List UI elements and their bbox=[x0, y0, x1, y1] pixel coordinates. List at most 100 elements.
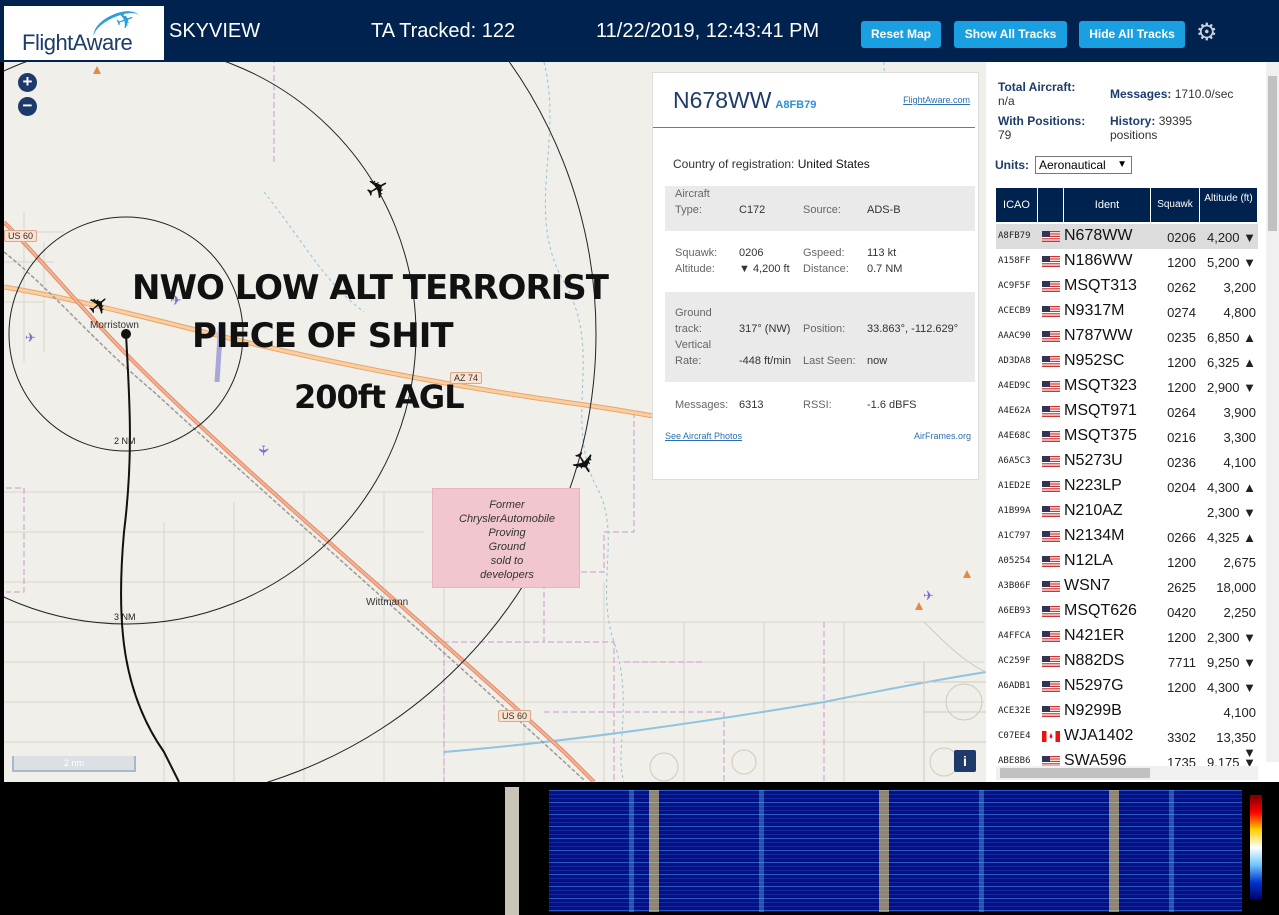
table-row[interactable]: C07EE4 WJA1402 3302 13,350 ▼ bbox=[996, 724, 1258, 760]
row-ident: N9299B bbox=[1064, 702, 1122, 719]
row-altitude: 4,100 bbox=[1223, 455, 1256, 470]
reset-map-button[interactable]: Reset Map bbox=[861, 21, 941, 48]
table-row[interactable]: A3B06F WSN7 2625 18,000 bbox=[996, 574, 1258, 599]
row-icao: AC259F bbox=[998, 656, 1031, 666]
table-row[interactable]: A6A5C3 N5273U 0236 4,100 bbox=[996, 449, 1258, 474]
col-squawk[interactable]: Squawk bbox=[1151, 188, 1200, 222]
squawk-label: Squawk: bbox=[675, 247, 718, 259]
waterfall-band bbox=[629, 790, 634, 912]
row-ident: N5297G bbox=[1064, 677, 1124, 694]
table-row[interactable]: A4E62A MSQT971 0264 3,900 bbox=[996, 399, 1258, 424]
altitude-label: Altitude: bbox=[675, 263, 715, 275]
airport-icon: ✈ bbox=[25, 330, 36, 345]
table-row[interactable]: A4FFCA N421ER 1200 2,300 ▼ bbox=[996, 624, 1258, 649]
row-altitude: 2,900 ▼ bbox=[1206, 380, 1256, 395]
table-row[interactable]: A4ED9C MSQT323 1200 2,900 ▼ bbox=[996, 374, 1258, 399]
row-squawk: 0420 bbox=[1167, 605, 1196, 620]
site-label: SKYVIEW bbox=[169, 20, 261, 42]
proving-line: sold to bbox=[490, 555, 524, 567]
lastseen-label: Last Seen: bbox=[803, 355, 856, 367]
zoom-in-button[interactable]: + bbox=[18, 73, 37, 92]
row-icao: A4FFCA bbox=[998, 631, 1031, 641]
row-ident: N223LP bbox=[1064, 477, 1122, 494]
gear-icon[interactable]: ⚙ bbox=[1196, 18, 1218, 47]
row-altitude: 5,200 ▼ bbox=[1206, 255, 1256, 270]
vertical-scroll-thumb[interactable] bbox=[1268, 76, 1277, 231]
table-row[interactable]: AC259F N882DS 7711 9,250 ▼ bbox=[996, 649, 1258, 674]
proving-ground-label: Former ChryslerAutomobile Proving Ground… bbox=[450, 498, 564, 582]
row-icao: A158FF bbox=[998, 256, 1031, 266]
table-row[interactable]: A1C797 N2134M 0266 4,325 ▲ bbox=[996, 524, 1258, 549]
town-label: Morristown bbox=[90, 320, 139, 331]
popup-title: N678WW A8FB79 bbox=[673, 87, 816, 114]
col-icao[interactable]: ICAO bbox=[996, 188, 1038, 222]
flightaware-logo[interactable]: ✈ FlightAware bbox=[4, 4, 164, 60]
us-flag-icon bbox=[1042, 556, 1060, 567]
us-flag-icon bbox=[1042, 381, 1060, 392]
distance-value: 0.7 NM bbox=[867, 263, 903, 275]
row-squawk: 2625 bbox=[1167, 580, 1196, 595]
units-label: Units: bbox=[995, 158, 1029, 172]
canada-flag-icon bbox=[1042, 731, 1060, 742]
us-flag-icon bbox=[1042, 431, 1060, 442]
row-icao: A1B99A bbox=[998, 506, 1031, 516]
table-row[interactable]: A158FF N186WW 1200 5,200 ▼ bbox=[996, 249, 1258, 274]
units-value: Aeronautical bbox=[1039, 158, 1106, 172]
info-button[interactable]: i bbox=[954, 750, 976, 772]
range-ring-label: 3 NM bbox=[114, 612, 136, 622]
table-row[interactable]: AC9F5F MSQT313 0262 3,200 bbox=[996, 274, 1258, 299]
row-altitude: 3,200 bbox=[1223, 280, 1256, 295]
table-row[interactable]: ACE32E N9299B 4,100 bbox=[996, 699, 1258, 724]
table-row[interactable]: AD3DA8 N952SC 1200 6,325 ▲ bbox=[996, 349, 1258, 374]
country-label: Country of registration: bbox=[673, 157, 795, 171]
zoom-out-button[interactable]: − bbox=[18, 97, 37, 116]
history-label: History: bbox=[1110, 114, 1156, 128]
row-squawk: 1200 bbox=[1167, 555, 1196, 570]
waterfall-blank bbox=[0, 787, 505, 915]
table-row[interactable]: A6EB93 MSQT626 0420 2,250 bbox=[996, 599, 1258, 624]
track-label: track: bbox=[675, 323, 702, 335]
col-flag[interactable] bbox=[1038, 188, 1064, 222]
us-flag-icon bbox=[1042, 631, 1060, 642]
row-squawk: 0236 bbox=[1167, 455, 1196, 470]
row-altitude: 3,900 bbox=[1223, 405, 1256, 420]
table-row[interactable]: AAAC90 N787WW 0235 6,850 ▲ bbox=[996, 324, 1258, 349]
vertical-label: Vertical bbox=[675, 339, 712, 351]
aircraft-label: Aircraft bbox=[675, 188, 710, 200]
table-row[interactable]: A4E68C MSQT375 0216 3,300 bbox=[996, 424, 1258, 449]
aircraft-photos-link[interactable]: See Aircraft Photos bbox=[665, 431, 742, 441]
table-row[interactable]: A8FB79 N678WW 0206 4,200 ▼ bbox=[996, 224, 1258, 249]
show-all-tracks-button[interactable]: Show All Tracks bbox=[954, 21, 1067, 48]
airport-icon: ✈ bbox=[923, 588, 934, 603]
hide-all-tracks-button[interactable]: Hide All Tracks bbox=[1079, 21, 1185, 48]
units-select[interactable]: Aeronautical ▼ bbox=[1035, 156, 1132, 174]
row-altitude: 18,000 bbox=[1216, 580, 1256, 595]
table-row[interactable]: A05254 N12LA 1200 2,675 bbox=[996, 549, 1258, 574]
table-row[interactable]: A1B99A N210AZ 2,300 ▼ bbox=[996, 499, 1258, 524]
airframes-link[interactable]: AirFrames.org bbox=[914, 431, 971, 441]
row-altitude: 4,325 ▲ bbox=[1206, 530, 1256, 545]
table-row[interactable]: A1ED2E N223LP 0204 4,300 ▲ bbox=[996, 474, 1258, 499]
popup-ident: N678WW bbox=[673, 87, 772, 113]
proving-line: Former bbox=[489, 499, 525, 511]
lastseen-value: now bbox=[867, 355, 888, 367]
flightaware-link[interactable]: FlightAware.com bbox=[903, 95, 970, 105]
row-squawk: 0274 bbox=[1167, 305, 1196, 320]
row-squawk: 7711 bbox=[1168, 655, 1196, 670]
us-flag-icon bbox=[1042, 231, 1060, 242]
type-label: Type: bbox=[675, 204, 702, 216]
row-ident: N210AZ bbox=[1064, 502, 1123, 519]
row-ident: N186WW bbox=[1064, 252, 1133, 269]
row-icao: A4ED9C bbox=[998, 381, 1031, 391]
us-flag-icon bbox=[1042, 506, 1060, 517]
row-icao: A6A5C3 bbox=[998, 456, 1031, 466]
horizontal-scroll-thumb[interactable] bbox=[1000, 768, 1150, 778]
row-squawk: 1200 bbox=[1167, 630, 1196, 645]
us-flag-icon bbox=[1042, 581, 1060, 592]
squawk-value: 0206 bbox=[739, 247, 764, 259]
row-squawk: 1200 bbox=[1167, 680, 1196, 695]
table-row[interactable]: A6ADB1 N5297G 1200 4,300 ▼ bbox=[996, 674, 1258, 699]
table-row[interactable]: ACECB9 N9317M 0274 4,800 bbox=[996, 299, 1258, 324]
col-altitude[interactable]: Altitude (ft) bbox=[1200, 188, 1258, 222]
col-ident[interactable]: Ident bbox=[1064, 188, 1151, 222]
